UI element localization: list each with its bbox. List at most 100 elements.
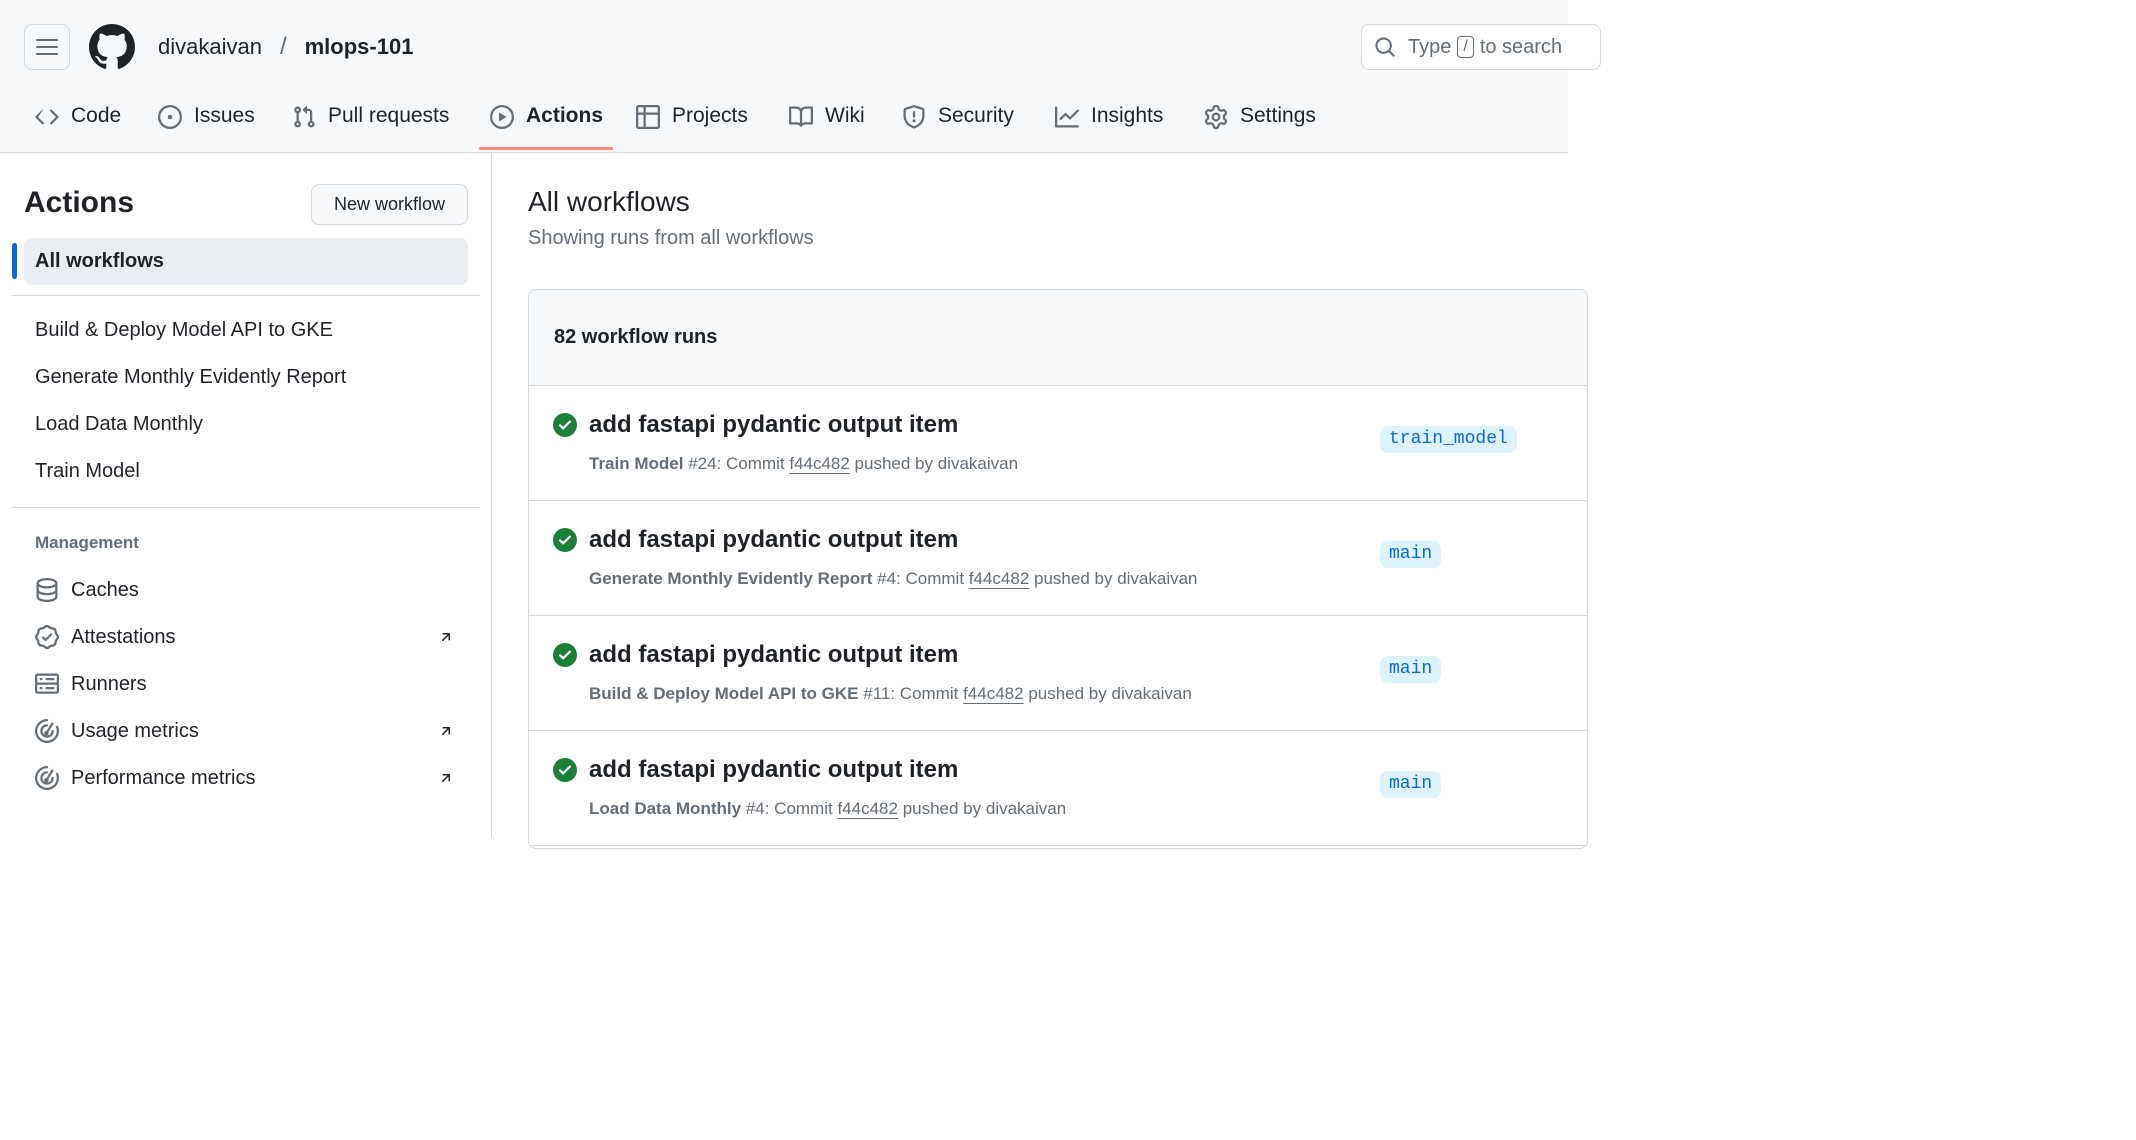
sidebar-item-label: Runners [71,672,147,695]
workflow-run-row[interactable]: add fastapi pydantic output item Load Da… [529,731,1587,846]
sidebar-item-workflow[interactable]: Generate Monthly Evidently Report [35,366,346,389]
sidebar-item-label: Performance metrics [71,766,256,789]
check-circle-fill-icon [553,528,577,552]
workflow-run-row[interactable]: add fastapi pydantic output item Generat… [529,501,1587,616]
run-workflow-name: Build & Deploy Model API to GKE [589,684,859,703]
check-circle-fill-icon [553,643,577,667]
tab-pull-requests[interactable]: Pull requests [292,96,449,153]
repo-nav-tabs: Code Issues Pull requests Actions Projec… [0,96,1568,153]
tab-label: Projects [672,104,748,127]
shield-icon [903,105,925,129]
branch-label[interactable]: main [1380,771,1442,798]
active-tab-indicator [479,147,613,150]
check-circle-fill-icon [553,413,577,437]
tab-label: Settings [1240,104,1316,127]
tab-actions[interactable]: Actions [490,96,603,153]
runs-list-header: 82 workflow runs [529,290,1587,386]
search-shortcut-key: / [1457,36,1474,58]
search-input[interactable]: Type / to search [1361,24,1601,70]
sidebar-item-workflow[interactable]: Train Model [35,460,140,483]
run-title[interactable]: add fastapi pydantic output item [589,411,958,439]
search-placeholder-suffix: to search [1479,35,1563,58]
hamburger-menu-button[interactable] [24,24,70,70]
meter-icon [35,719,59,743]
workflow-runs-list: 82 workflow runs add fastapi pydantic ou… [528,289,1588,849]
search-icon [1375,37,1395,57]
branch-label[interactable]: train_model [1380,426,1517,453]
run-number: #4 [745,799,765,818]
tab-issues[interactable]: Issues [158,96,255,153]
sidebar-title: Actions [24,186,135,219]
sidebar-item-workflow[interactable]: Build & Deploy Model API to GKE [35,319,333,342]
workflow-run-row[interactable]: add fastapi pydantic output item Build &… [529,616,1587,731]
code-icon [35,109,59,125]
meter-icon [35,766,59,790]
tab-code[interactable]: Code [35,96,121,153]
branch-label[interactable]: main [1380,541,1442,568]
commit-sha-link[interactable]: f44c482 [969,569,1030,588]
run-title[interactable]: add fastapi pydantic output item [589,756,958,784]
tab-label: Security [938,104,1014,127]
run-pushed-by: pushed by divakaivan [854,454,1019,473]
tab-label: Code [71,104,122,127]
tab-label: Insights [1091,104,1164,127]
commit-sha-link[interactable]: f44c482 [837,799,898,818]
external-link-arrow-icon [441,633,451,642]
tab-label: Wiki [825,104,865,127]
run-title[interactable]: add fastapi pydantic output item [589,526,958,554]
management-heading: Management [35,533,139,552]
run-pushed-by: pushed by divakaivan [902,799,1067,818]
new-workflow-button[interactable]: New workflow [311,184,468,225]
sidebar-item-attestations[interactable]: Attestations [35,622,455,652]
run-pushed-by: pushed by divakaivan [1028,684,1192,703]
github-logo-icon[interactable] [89,24,135,70]
external-link-arrow-icon [441,774,451,783]
tab-security[interactable]: Security [902,96,1014,153]
sidebar-item-performance-metrics[interactable]: Performance metrics [35,763,455,793]
run-title[interactable]: add fastapi pydantic output item [589,641,958,669]
run-workflow-name: Train Model [589,454,684,473]
sidebar-item-all-workflows[interactable]: All workflows [24,238,468,285]
sidebar-item-runners[interactable]: Runners [35,669,455,699]
run-workflow-name: Load Data Monthly [589,799,742,818]
tab-wiki[interactable]: Wiki [789,96,865,153]
sidebar-divider [12,295,480,296]
selected-indicator [12,243,17,279]
workflow-run-row[interactable]: add fastapi pydantic output item Train M… [529,386,1587,501]
server-icon [35,673,59,694]
sidebar-item-caches[interactable]: Caches [35,575,455,605]
tab-label: Pull requests [328,104,450,127]
run-meta: Train Model #24: Commit f44c482 pushed b… [589,454,1018,474]
commit-sha-link[interactable]: f44c482 [789,454,850,473]
runs-count: 82 workflow runs [554,326,718,348]
repo-name-link[interactable]: mlops-101 [305,34,414,60]
run-commit-label: : Commit [764,799,833,818]
commit-sha-link[interactable]: f44c482 [963,684,1024,703]
sidebar-item-usage-metrics[interactable]: Usage metrics [35,716,455,746]
tab-label: Issues [194,104,255,127]
external-link-arrow-icon [441,727,451,736]
repo-owner-link[interactable]: divakaivan [158,34,262,60]
run-commit-label: : Commit [890,684,959,703]
git-pull-request-icon [294,105,315,128]
graph-icon [1055,106,1079,128]
sidebar-item-label: Attestations [71,625,176,648]
run-meta: Load Data Monthly #4: Commit f44c482 pus… [589,799,1066,819]
sidebar-item-workflow[interactable]: Load Data Monthly [35,413,203,436]
database-icon [36,578,58,602]
book-icon [789,106,813,127]
tab-label: Actions [526,104,604,127]
branch-label[interactable]: main [1380,656,1442,683]
run-number: #24 [688,454,717,473]
tab-insights[interactable]: Insights [1055,96,1163,153]
play-icon [490,105,514,129]
run-meta: Generate Monthly Evidently Report #4: Co… [589,569,1198,589]
gear-icon [1204,105,1228,129]
issue-opened-icon [158,105,182,129]
sidebar-item-label: Usage metrics [71,719,199,742]
page-subtitle: Showing runs from all workflows [528,227,814,249]
tab-projects[interactable]: Projects [636,96,748,153]
breadcrumb-separator: / [279,33,287,60]
tab-settings[interactable]: Settings [1204,96,1316,153]
page-title: All workflows [528,186,690,217]
